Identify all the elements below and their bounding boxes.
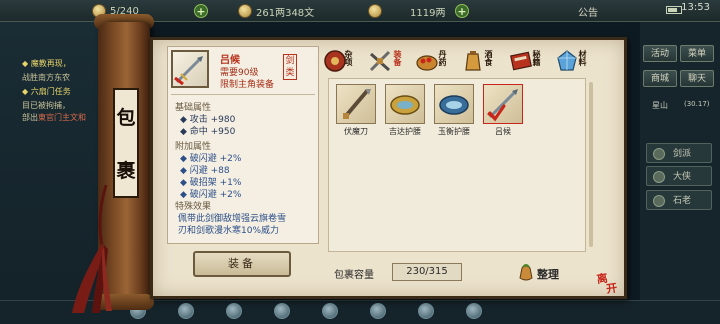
add-gold-icon[interactable]: + [455,4,469,18]
capacity-label: 包裹容量 [334,270,374,281]
blade-icon [343,89,371,119]
special-effect-line-2: 刃和剑歌漫水寒10%威力 [178,226,280,236]
item-name: 吕候 [220,55,240,66]
money-bag-icon[interactable] [516,262,536,282]
sword-icon [174,56,203,86]
gold-resource: 1119两 [368,3,445,19]
inventory-slot-4-name: 吕候 [495,127,511,136]
tab-materials[interactable]: 材料 [554,46,588,76]
hero-icon [653,171,665,183]
elder-icon [653,195,665,207]
clock: 13:53 [681,2,710,13]
equipment-icon [369,50,391,72]
close-seal-char-2: 开 [605,281,619,296]
silver-resource: 261两348文 [238,3,314,19]
location-name: 星山 [652,101,668,110]
notice-button[interactable]: 公告 [578,4,598,19]
bottom-action-icon-3[interactable] [226,303,242,319]
detail-divider [171,94,315,95]
tab-equipment[interactable]: 装备 [367,46,402,76]
quest-desc-3-target: 東官门主文和 [38,113,86,122]
quest-title-1[interactable]: ◆ 魔教再现， [22,58,71,69]
quest-desc-2: 目已被拘捕， [22,101,70,110]
tab-misc-label: 杂项 [344,50,353,66]
inventory-slot-1-name: 伏魔刀 [344,127,368,136]
sect-icon [653,148,665,160]
equip-button[interactable]: 装备 [193,251,291,277]
activity-button[interactable]: 活动 [643,45,677,62]
sect-label: 剑派 [673,149,692,159]
bag-title-char-1: 包 [116,107,136,129]
tab-food[interactable]: 酒食 [460,46,494,76]
item-type-badge: 剑类 [283,54,297,80]
belt-icon [390,95,420,115]
elder-list-item[interactable]: 石老 [646,190,712,210]
gold-icon [368,4,382,18]
bottom-action-icon-6[interactable] [370,303,386,319]
location-coords: (30.17) [684,100,710,108]
silver-value: 261两348文 [256,7,315,19]
bag-title-char-2: 裹 [116,160,136,182]
quest-title-2[interactable]: ◆ 六扇门任务 [22,86,71,97]
shop-button[interactable]: 商城 [643,70,677,87]
pill-icon [416,55,438,71]
tab-manuals[interactable]: 秘籍 [508,46,542,76]
tab-pills-label: 丹药 [438,50,447,66]
tab-food-label: 酒食 [484,50,493,66]
bottom-action-icon-8[interactable] [466,303,482,319]
tab-materials-label: 材料 [578,50,587,66]
material-icon [557,50,577,71]
tab-pills[interactable]: 丹药 [414,46,448,76]
chat-button[interactable]: 聊天 [680,70,714,87]
inventory-slot-3[interactable] [434,84,474,124]
capacity-value: 230/315 [392,263,462,281]
menu-button[interactable]: 菜单 [680,45,714,62]
quest-desc-1: 战胜南方东农 [22,73,70,82]
inventory-slot-2-name: 吉达护腰 [389,127,421,136]
bottom-action-icon-5[interactable] [322,303,338,319]
bag-title: 包 裹 [113,88,139,198]
tab-misc[interactable]: 杂项 [322,46,356,76]
sort-button[interactable]: 整理 [537,266,559,282]
silver-icon [238,4,252,18]
equipped-check-icon [488,104,506,122]
quest-desc-3-prefix: 部出 [22,113,38,122]
inventory-slot-2[interactable] [385,84,425,124]
tab-manuals-label: 秘籍 [532,50,541,66]
add-stamina-icon[interactable]: + [194,4,208,18]
bottom-action-icon-4[interactable] [274,303,290,319]
item-grid-scrollbar[interactable] [589,82,593,247]
item-restriction: 限制主角装备 [220,80,275,90]
gold-value: 1119两 [410,7,446,19]
battery-icon [666,6,682,14]
selected-item-slot [171,50,209,88]
sect-list-item[interactable]: 剑派 [646,143,712,163]
inventory-slot-3-name: 玉衡护腰 [438,127,470,136]
food-icon [465,51,481,71]
manual-icon [510,51,532,71]
close-button[interactable]: 离 开 [596,270,630,304]
bottom-action-icon-2[interactable] [178,303,194,319]
inventory-slot-1[interactable] [336,84,376,124]
tassel-icon [72,185,112,313]
elder-label: 石老 [673,196,692,206]
tab-equipment-label: 装备 [393,50,402,66]
quest-desc-3: 部出東官门主文和 [22,112,86,123]
hero-label: 大侠 [673,172,692,182]
bottom-action-icon-7[interactable] [418,303,434,319]
hero-list-item[interactable]: 大侠 [646,166,712,186]
jade-belt-icon [439,95,469,115]
base-stat-accuracy: ◆ 命中 +950 [180,127,236,137]
